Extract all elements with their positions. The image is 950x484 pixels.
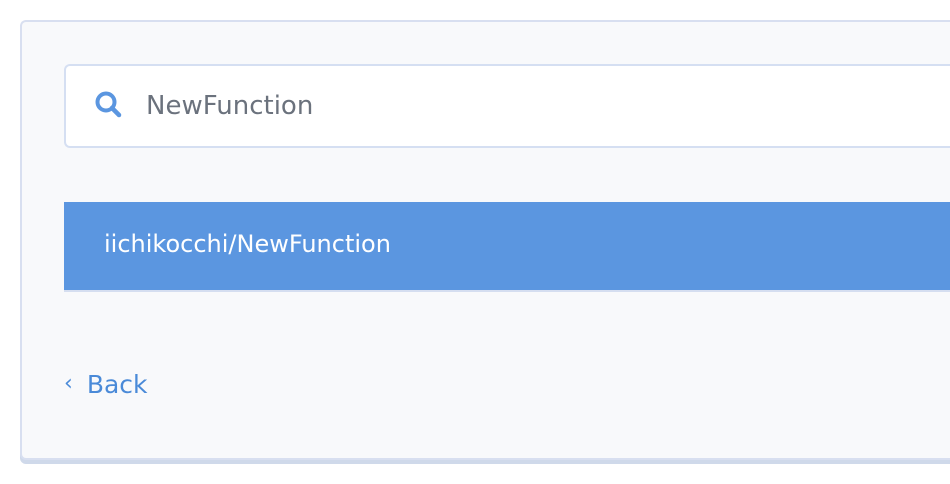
result-item[interactable]: iichikocchi/NewFunction bbox=[64, 202, 950, 292]
search-icon bbox=[95, 91, 122, 118]
back-button[interactable]: ‹ Back bbox=[64, 366, 148, 402]
back-label: Back bbox=[86, 369, 148, 399]
chevron-left-icon: ‹ bbox=[64, 371, 73, 396]
search-box[interactable] bbox=[64, 64, 950, 148]
result-item-label: iichikocchi/NewFunction bbox=[104, 230, 391, 258]
main-panel: iichikocchi/NewFunction ‹ Back bbox=[20, 20, 950, 460]
search-input[interactable] bbox=[146, 84, 926, 128]
